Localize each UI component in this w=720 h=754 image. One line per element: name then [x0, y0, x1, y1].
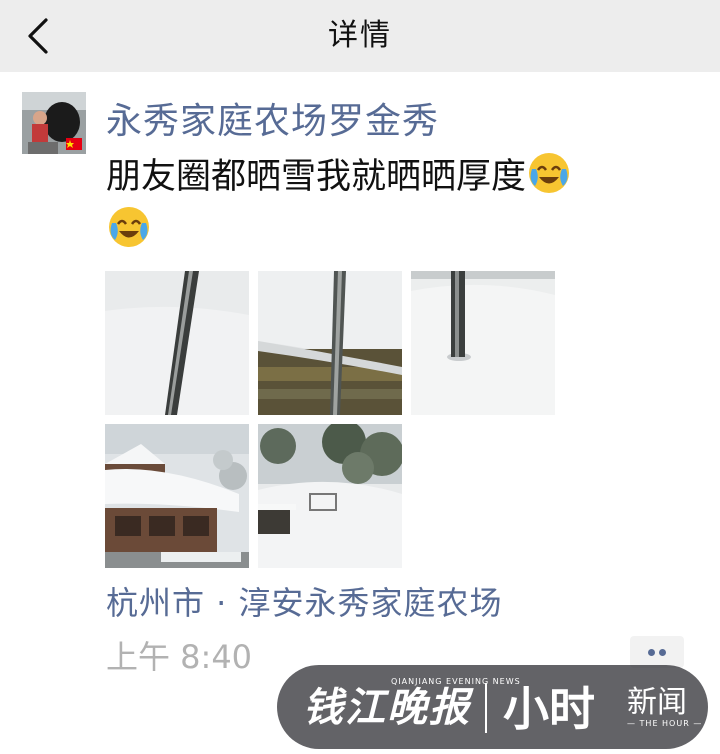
avatar[interactable]: [22, 92, 86, 154]
post-photo-1[interactable]: [105, 271, 249, 415]
page-title: 详情: [328, 18, 392, 53]
post-photo-2[interactable]: [258, 271, 402, 415]
post-photo-5[interactable]: [258, 424, 402, 568]
watermark-logo-en: QIANJIANG EVENING NEWS: [391, 677, 521, 686]
top-bar: 详情: [0, 0, 720, 72]
post-photo-4[interactable]: [105, 424, 249, 568]
post-location[interactable]: 杭州市 · 淳安永秀家庭农场: [106, 578, 503, 624]
watermark-divider: [485, 683, 487, 733]
post-text: 朋友圈都晒雪我就晒晒厚度: [106, 150, 696, 258]
watermark-brand-en: — THE HOUR —: [627, 719, 703, 728]
watermark: 钱江晚报 QIANJIANG EVENING NEWS 小时 新闻 — THE …: [277, 665, 708, 749]
post-text-content: 朋友圈都晒雪我就晒晒厚度: [106, 157, 527, 197]
more-button[interactable]: [630, 636, 684, 668]
post-time: 上午 8:40: [106, 638, 253, 676]
author-name[interactable]: 永秀家庭农场罗金秀: [106, 92, 439, 144]
more-dots-icon[interactable]: [648, 649, 655, 656]
crying-laughing-emoji-icon: [529, 153, 570, 193]
watermark-brand: 小时: [503, 682, 595, 736]
crying-laughing-emoji-icon: [109, 207, 149, 247]
watermark-news: 新闻: [627, 685, 687, 720]
post-photo-3[interactable]: [411, 271, 555, 415]
